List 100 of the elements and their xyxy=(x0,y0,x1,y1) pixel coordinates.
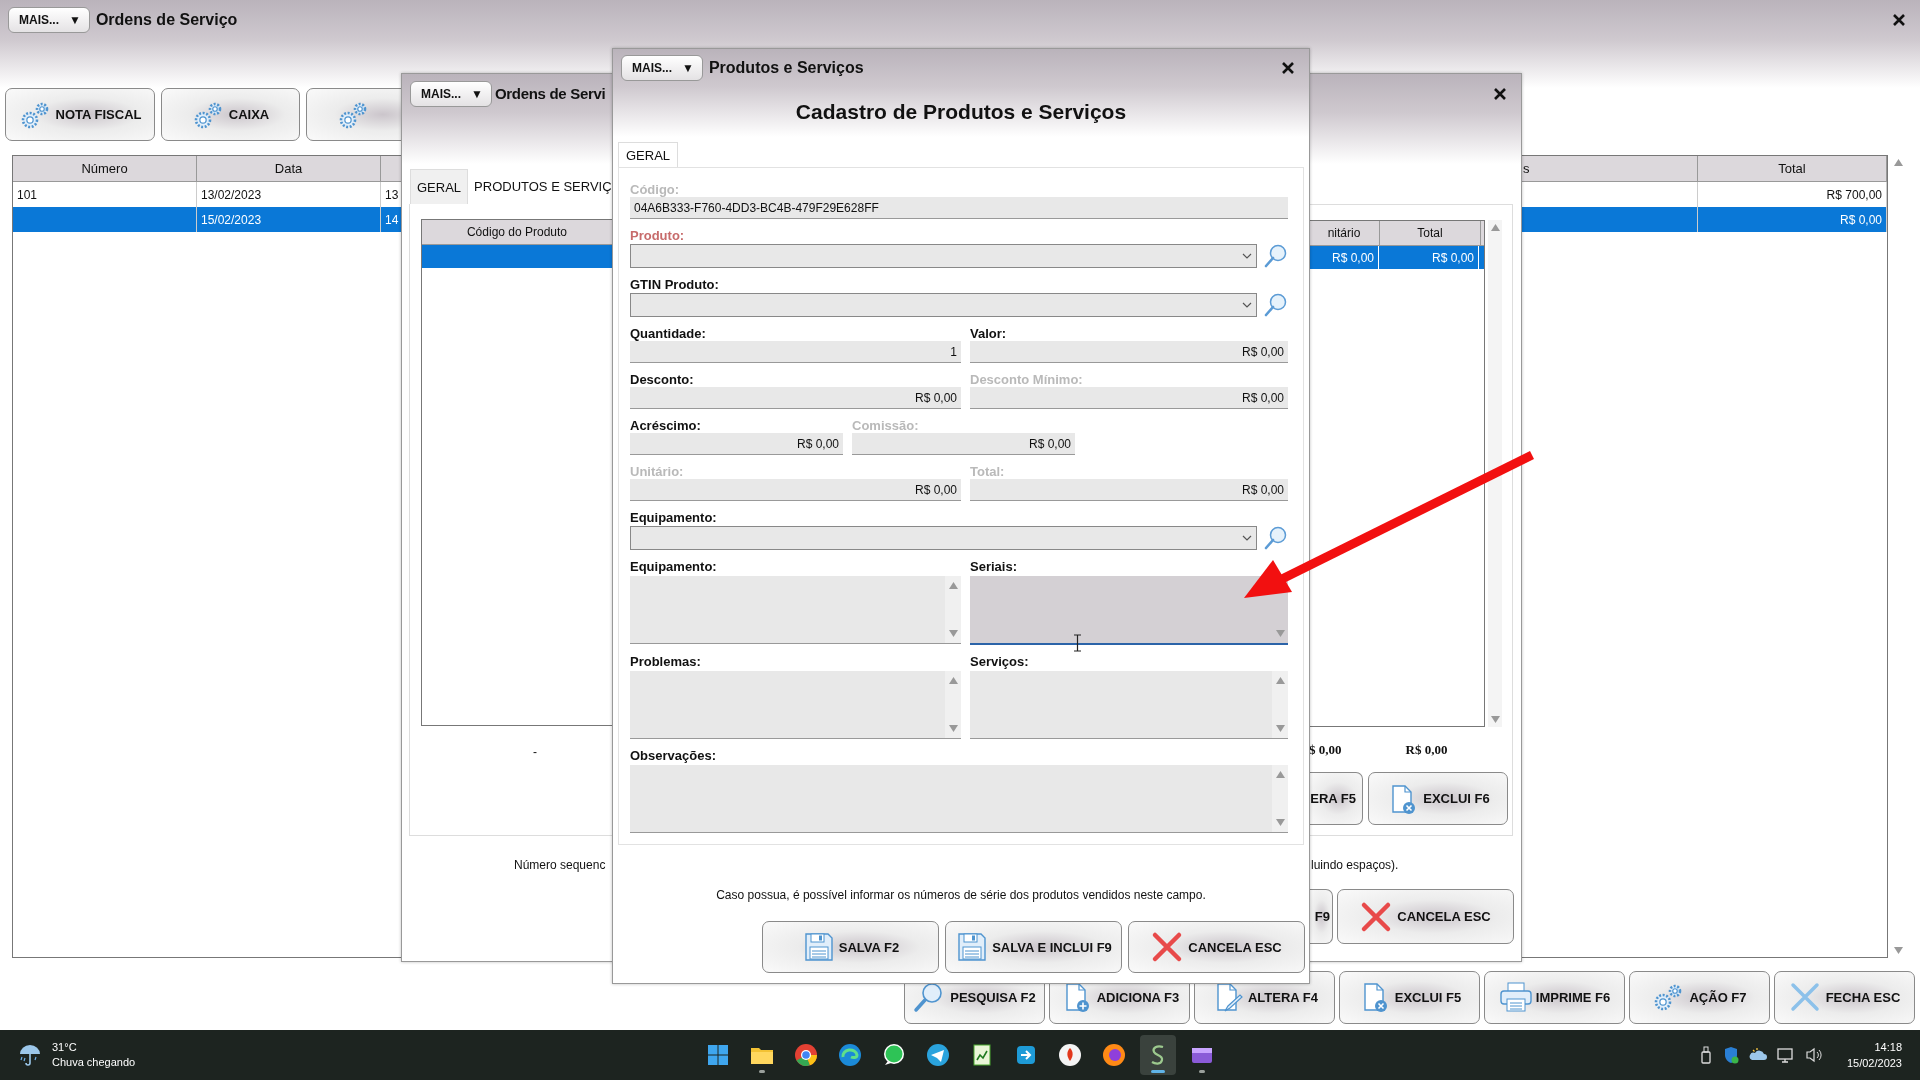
input-field[interactable]: R$ 0,00 xyxy=(630,387,961,409)
close-icon[interactable] xyxy=(1281,61,1295,75)
scroll-up-icon[interactable] xyxy=(1275,677,1285,684)
input-field[interactable]: R$ 0,00 xyxy=(970,341,1288,363)
dialog-heading: Cadastro de Produtos e Serviços xyxy=(794,99,1128,125)
toolbar-button[interactable]: EXCLUI F5 xyxy=(1339,970,1480,1024)
browser-icon[interactable] xyxy=(794,1043,818,1067)
help-text: Caso possua, é possível informar os números de série dos produtos vendidos neste campo. xyxy=(715,887,1207,904)
toolbar-button[interactable]: FECHA ESC xyxy=(1774,970,1915,1024)
field-label: Equipamento: xyxy=(630,509,718,525)
chevron-down-icon xyxy=(1242,252,1252,259)
search-icon[interactable] xyxy=(1263,243,1288,268)
table-cell: R$ 700,00 xyxy=(1826,187,1882,202)
input-field[interactable]: R$ 0,00 xyxy=(630,433,843,455)
app-icon[interactable] xyxy=(1058,1043,1082,1067)
scroll-up-icon[interactable] xyxy=(1490,224,1500,231)
table-cell: R$ 0,00 xyxy=(1839,212,1882,227)
app-icon[interactable] xyxy=(1014,1043,1038,1067)
menu-button[interactable]: MAIS... ▼ xyxy=(621,55,703,81)
tab[interactable]: GERAL xyxy=(410,169,469,204)
field-label: Unitário: xyxy=(630,463,685,479)
shield-icon[interactable] xyxy=(1722,1046,1739,1064)
close-icon[interactable] xyxy=(1493,86,1507,101)
note-text: Número sequenc xyxy=(513,857,607,872)
total-label: - xyxy=(533,745,537,759)
field-label: Equipamento: xyxy=(630,558,718,574)
column-header: Total xyxy=(1698,156,1887,181)
input-field[interactable]: 1 xyxy=(630,341,961,363)
dropdown-field[interactable] xyxy=(630,243,1257,268)
field-label: Quantidade: xyxy=(630,325,707,341)
field-label: Seriais: xyxy=(970,558,1018,574)
scroll-down-icon[interactable] xyxy=(948,725,958,732)
total-value: $ 0,00 xyxy=(1309,742,1342,759)
browser-icon[interactable] xyxy=(838,1043,862,1067)
table-cell: 15/02/2023 xyxy=(201,212,262,227)
chevron-down-icon xyxy=(1242,534,1252,541)
action-button[interactable]: SALVA F2 xyxy=(762,921,939,973)
scroll-down-icon[interactable] xyxy=(1490,716,1500,723)
note-text: luindo espaços). xyxy=(1310,857,1400,872)
text-area[interactable] xyxy=(970,576,1288,645)
dropdown-field[interactable] xyxy=(630,525,1257,550)
toolbar-button[interactable]: AÇÃO F7 xyxy=(1629,970,1770,1024)
network-icon[interactable] xyxy=(1776,1047,1795,1063)
total-value: R$ 0,00 xyxy=(1405,742,1448,759)
action-button[interactable]: EXCLUI F6 xyxy=(1368,772,1508,825)
field-label: Desconto: xyxy=(630,371,695,387)
action-button[interactable]: SALVA E INCLUI F9 xyxy=(945,921,1122,973)
volume-icon[interactable] xyxy=(1804,1047,1823,1063)
browser-icon[interactable] xyxy=(1102,1043,1126,1067)
scroll-up-icon[interactable] xyxy=(1275,771,1285,778)
clock-date: 15/02/2023 xyxy=(1846,1056,1902,1071)
toolbar-button[interactable]: NOTA FISCAL xyxy=(5,88,155,141)
start-menu-icon[interactable] xyxy=(706,1043,730,1067)
toolbar-button[interactable]: IMPRIME F6 xyxy=(1484,970,1625,1024)
action-button[interactable]: CANCELA ESC xyxy=(1128,921,1305,973)
field-label: Produto: xyxy=(630,227,686,243)
search-icon[interactable] xyxy=(1263,292,1288,317)
grid-cell: R$ 0,00 xyxy=(1331,250,1374,265)
field-label: Acréscimo: xyxy=(630,417,702,433)
field-label: Total: xyxy=(970,463,1006,479)
umbrella-icon[interactable] xyxy=(18,1043,42,1067)
scroll-down-icon[interactable] xyxy=(1275,725,1285,732)
scroll-up-icon[interactable] xyxy=(1893,159,1903,166)
scroll-up-icon[interactable] xyxy=(948,677,958,684)
toolbar-button[interactable]: CAIXA xyxy=(161,88,300,141)
menu-button[interactable]: MAIS... ▼ xyxy=(8,7,90,33)
paper-plane-icon[interactable] xyxy=(926,1043,950,1067)
temperature-text: 31°C xyxy=(52,1040,78,1055)
scroll-down-icon[interactable] xyxy=(1893,947,1903,954)
action-button[interactable]: CANCELA ESC xyxy=(1337,889,1514,944)
window-title: Ordens de Servi xyxy=(494,85,606,102)
forecast-text: Chuva chegando xyxy=(52,1055,136,1070)
usb-drive-icon[interactable] xyxy=(1698,1046,1713,1064)
field-label: Observações: xyxy=(630,747,717,763)
field-label: Valor: xyxy=(970,325,1008,341)
field-label: Código: xyxy=(630,181,681,197)
window-title: Produtos e Serviços xyxy=(708,59,864,77)
field-label: Serviços: xyxy=(970,653,1030,669)
action-button[interactable]: F9 xyxy=(1309,889,1333,944)
chat-icon[interactable] xyxy=(882,1043,906,1067)
search-icon[interactable] xyxy=(1263,525,1288,550)
scroll-down-icon[interactable] xyxy=(1275,630,1285,637)
grid-row[interactable]: R$ 0,00 R$ 0,00 xyxy=(1309,246,1484,269)
column-header: Número xyxy=(13,156,197,181)
scroll-down-icon[interactable] xyxy=(1275,819,1285,826)
text-cursor-icon xyxy=(1073,634,1082,652)
field-label: Desconto Mínimo: xyxy=(970,371,1084,387)
chevron-down-icon xyxy=(1242,301,1252,308)
scroll-down-icon[interactable] xyxy=(948,630,958,637)
tab[interactable]: GERAL xyxy=(618,142,679,167)
menu-button[interactable]: MAIS... ▼ xyxy=(410,80,492,107)
close-icon[interactable] xyxy=(1892,13,1906,27)
column-header: Total xyxy=(1380,221,1481,245)
table-cell: 13 xyxy=(385,187,399,202)
spreadsheet-icon[interactable] xyxy=(970,1043,994,1067)
table-cell: 13/02/2023 xyxy=(201,187,262,202)
cloud-icon[interactable] xyxy=(1748,1047,1767,1063)
action-button[interactable]: ERA F5 xyxy=(1309,772,1363,825)
scroll-up-icon[interactable] xyxy=(948,582,958,589)
dropdown-field[interactable] xyxy=(630,292,1257,317)
